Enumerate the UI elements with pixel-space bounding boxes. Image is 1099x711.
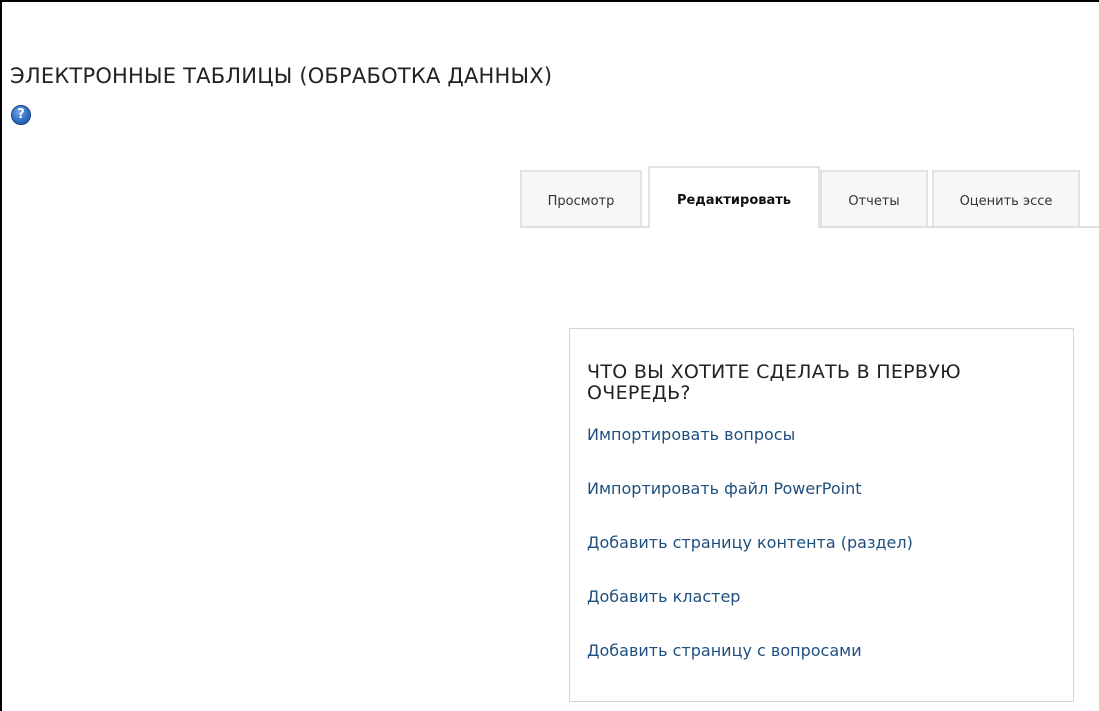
- page-frame: ЭЛЕКТРОННЫЕ ТАБЛИЦЫ (ОБРАБОТКА ДАННЫХ) ?…: [0, 0, 1099, 711]
- import-questions-link[interactable]: Импортировать вопросы: [587, 425, 795, 444]
- tab-bar: Просмотр Редактировать Отчеты Оценить эс…: [520, 166, 1099, 228]
- panel-heading: ЧТО ВЫ ХОТИТЕ СДЕЛАТЬ В ПЕРВУЮ ОЧЕРЕДЬ?: [587, 361, 961, 404]
- add-cluster-link[interactable]: Добавить кластер: [587, 587, 740, 606]
- tab-edit[interactable]: Редактировать: [648, 166, 820, 228]
- page-title: ЭЛЕКТРОННЫЕ ТАБЛИЦЫ (ОБРАБОТКА ДАННЫХ): [10, 64, 553, 88]
- tab-view[interactable]: Просмотр: [520, 170, 642, 226]
- help-question-icon[interactable]: ?: [11, 105, 31, 125]
- import-powerpoint-link[interactable]: Импортировать файл PowerPoint: [587, 479, 861, 498]
- add-question-page-link[interactable]: Добавить страницу с вопросами: [587, 641, 862, 660]
- first-action-panel: ЧТО ВЫ ХОТИТЕ СДЕЛАТЬ В ПЕРВУЮ ОЧЕРЕДЬ? …: [569, 328, 1074, 702]
- tab-grade-essays[interactable]: Оценить эссе: [932, 170, 1080, 226]
- tab-reports[interactable]: Отчеты: [820, 170, 928, 226]
- add-content-page-link[interactable]: Добавить страницу контента (раздел): [587, 533, 913, 552]
